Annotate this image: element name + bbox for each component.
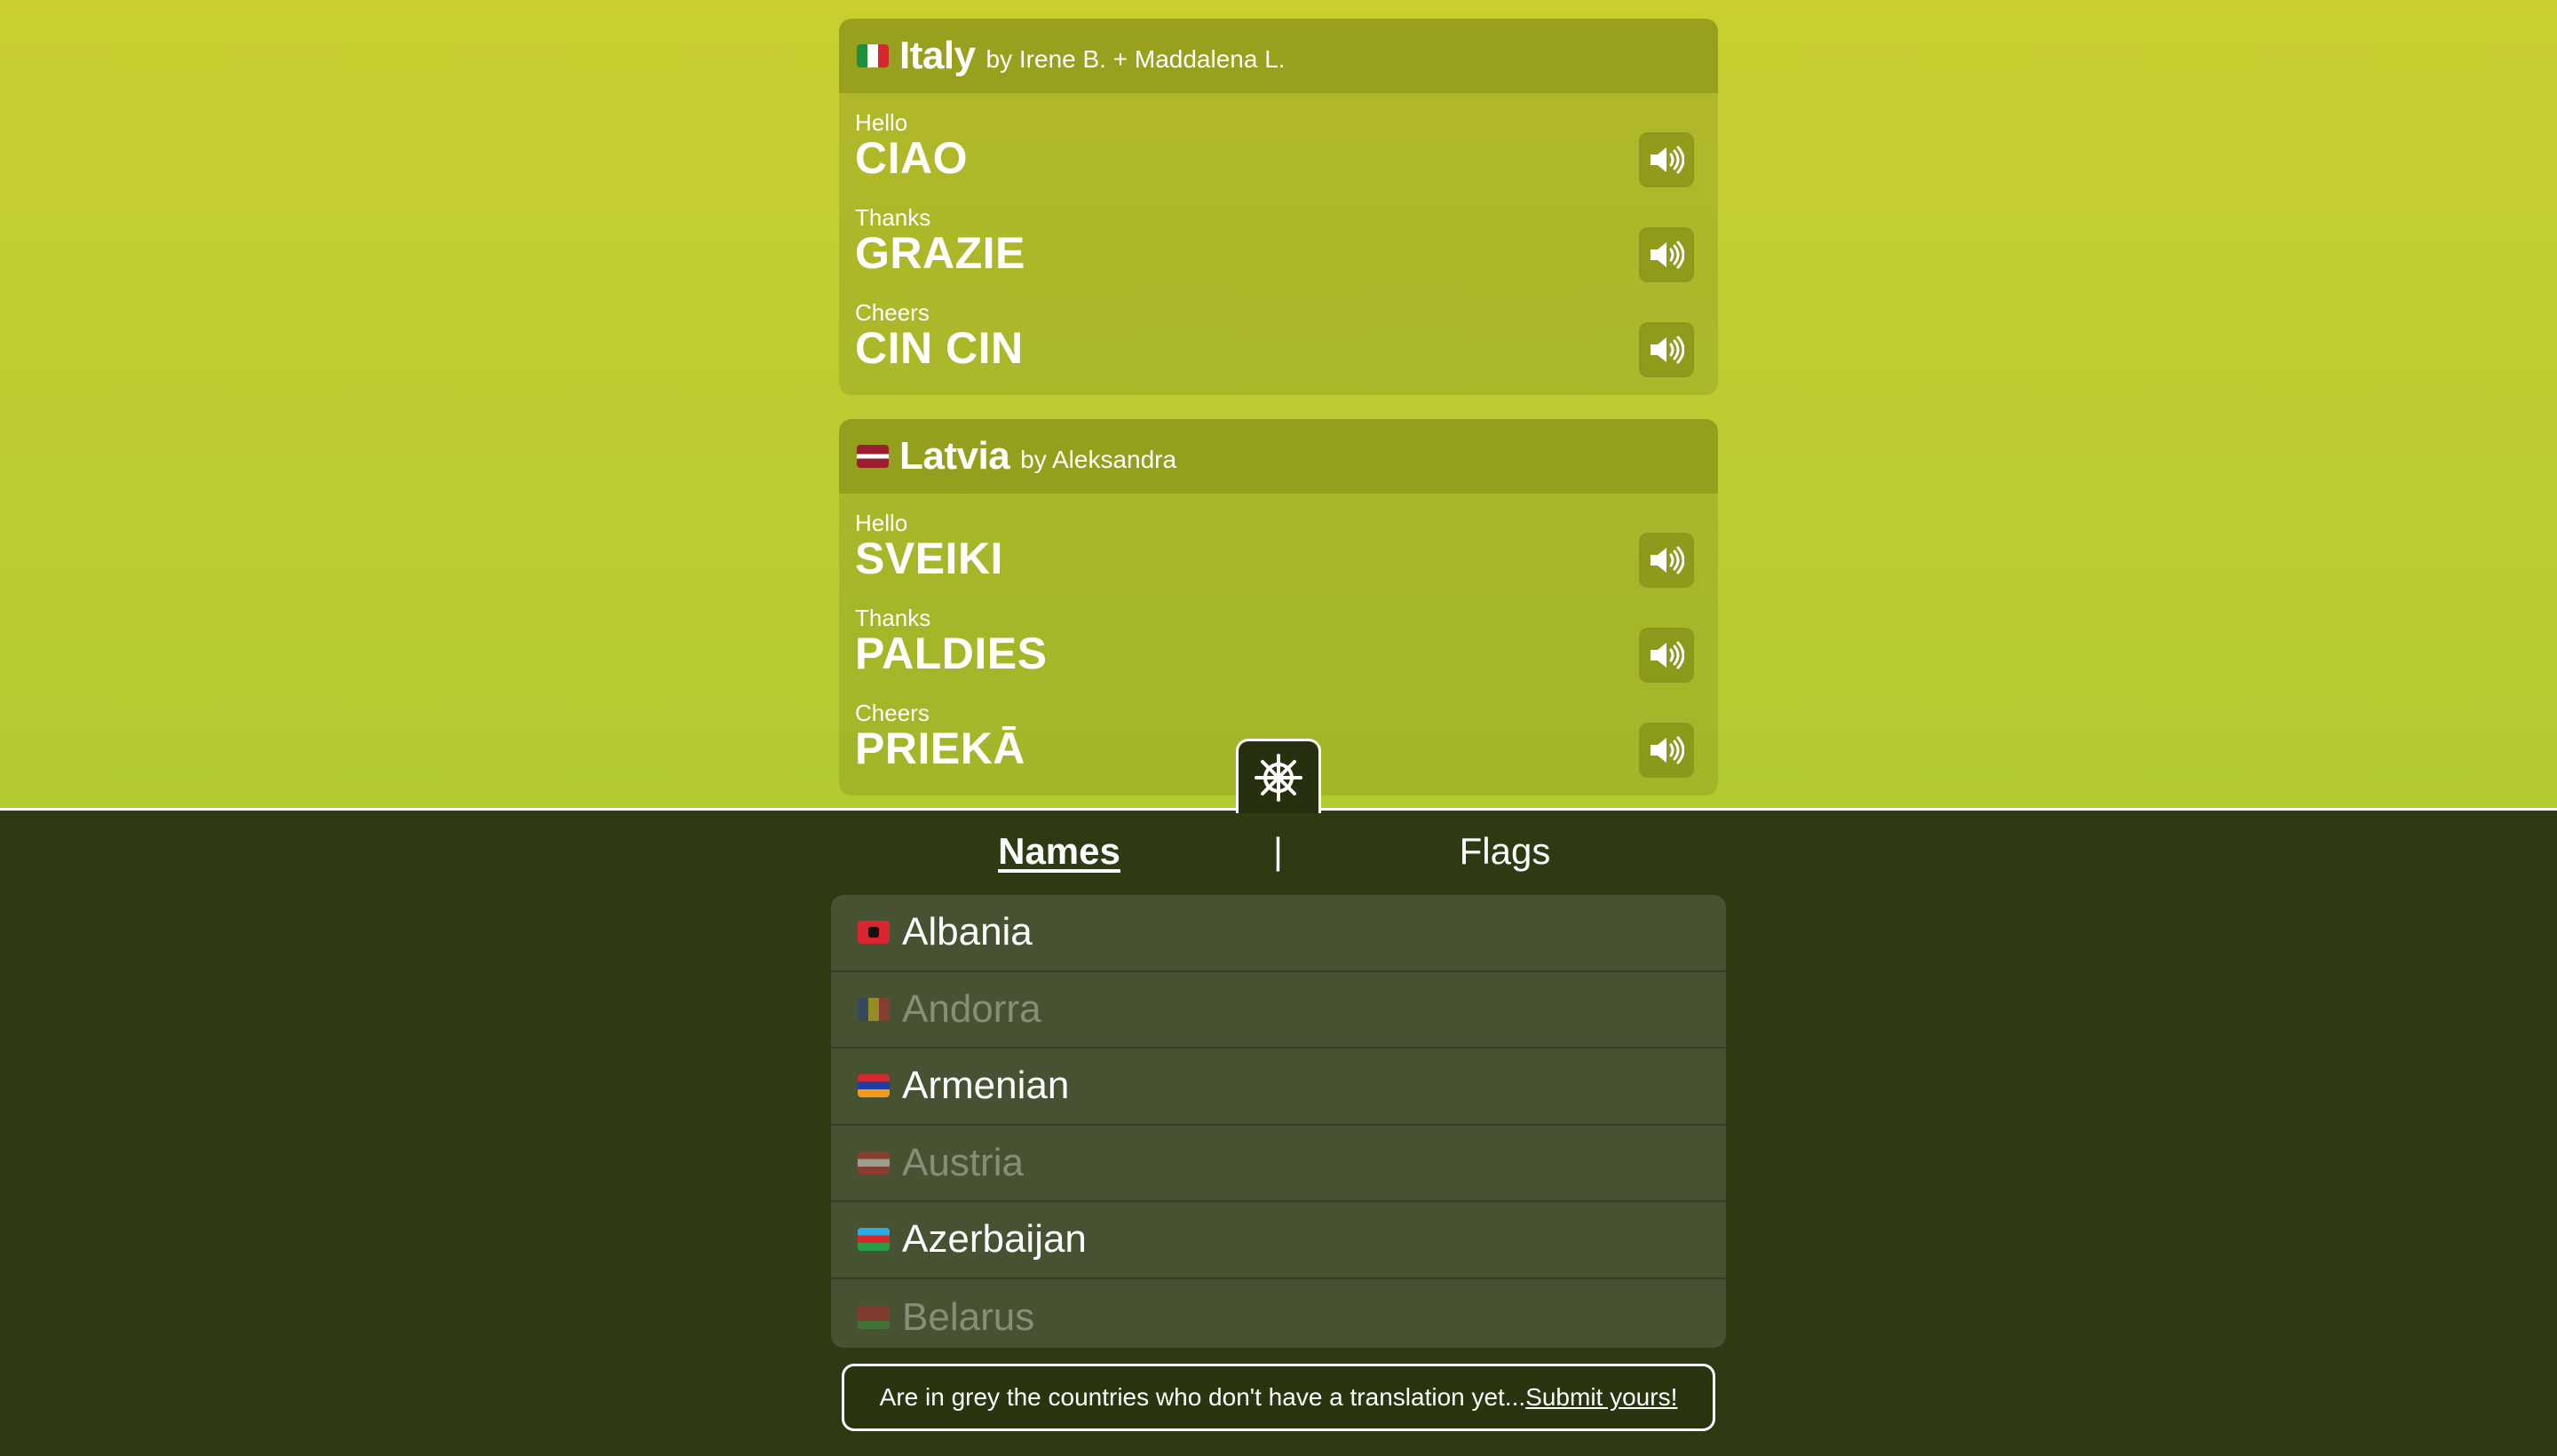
country-list[interactable]: Albania Andorra Armenian Austria Azerbai… bbox=[831, 895, 1726, 1348]
country-label: Albania bbox=[902, 910, 1033, 954]
phrase-word: PALDIES bbox=[855, 629, 1048, 678]
latvia-flag-icon bbox=[857, 445, 889, 468]
submit-translation-link[interactable]: Submit yours! bbox=[1525, 1383, 1677, 1412]
tab-flags[interactable]: Flags bbox=[1452, 830, 1558, 873]
phrase-row-hello: Hello CIAO bbox=[839, 93, 1718, 188]
phrase-word: GRAZIE bbox=[855, 228, 1025, 278]
italy-flag-icon bbox=[857, 44, 889, 67]
albania-flag-icon bbox=[858, 921, 890, 945]
country-name: Italy bbox=[899, 34, 976, 77]
view-tabs: Names | Flags bbox=[839, 830, 1718, 885]
card-header: Latvia by Aleksandra bbox=[839, 419, 1718, 494]
austria-flag-icon bbox=[858, 1151, 890, 1175]
list-item-albania[interactable]: Albania bbox=[831, 895, 1726, 972]
list-item-belarus[interactable]: Belarus bbox=[831, 1279, 1726, 1349]
speaker-icon bbox=[1651, 336, 1684, 364]
speaker-icon bbox=[1651, 641, 1684, 669]
play-sound-button[interactable] bbox=[1639, 628, 1694, 683]
ship-wheel-icon bbox=[1255, 753, 1302, 802]
play-sound-button[interactable] bbox=[1639, 132, 1694, 187]
phrase-word: CIAO bbox=[855, 133, 968, 183]
country-label: Austria bbox=[902, 1140, 1024, 1184]
speaker-icon bbox=[1651, 546, 1684, 574]
phrase-row-thanks: Thanks GRAZIE bbox=[839, 188, 1718, 283]
country-label: Azerbaijan bbox=[902, 1217, 1087, 1262]
speaker-icon bbox=[1651, 241, 1684, 269]
play-sound-button[interactable] bbox=[1639, 227, 1694, 282]
list-item-armenian[interactable]: Armenian bbox=[831, 1048, 1726, 1126]
missing-translation-notice: Are in grey the countries who don't have… bbox=[842, 1364, 1715, 1431]
list-item-austria[interactable]: Austria bbox=[831, 1126, 1726, 1202]
phrase-word: PRIEKĀ bbox=[855, 724, 1025, 773]
phrase-row-hello: Hello SVEIKI bbox=[839, 494, 1718, 589]
card-header: Italy by Irene B. + Maddalena L. bbox=[839, 19, 1718, 93]
country-label: Andorra bbox=[902, 986, 1041, 1031]
tab-separator: | bbox=[1273, 830, 1283, 872]
andorra-flag-icon bbox=[858, 997, 890, 1021]
armenia-flag-icon bbox=[858, 1074, 890, 1098]
play-sound-button[interactable] bbox=[1639, 723, 1694, 778]
country-name: Latvia bbox=[899, 434, 1010, 478]
play-sound-button[interactable] bbox=[1639, 322, 1694, 377]
belarus-flag-icon bbox=[858, 1305, 890, 1329]
phrase-word: CIN CIN bbox=[855, 323, 1024, 373]
country-label: Armenian bbox=[902, 1064, 1070, 1108]
phrase-row-cheers: Cheers CIN CIN bbox=[839, 283, 1718, 378]
azerbaijan-flag-icon bbox=[858, 1228, 890, 1252]
card-authors: by Aleksandra bbox=[1020, 446, 1177, 473]
country-card-italy: Italy by Irene B. + Maddalena L. Hello C… bbox=[839, 19, 1718, 395]
list-item-azerbaijan[interactable]: Azerbaijan bbox=[831, 1202, 1726, 1279]
card-authors: by Irene B. + Maddalena L. bbox=[986, 45, 1286, 73]
list-item-andorra[interactable]: Andorra bbox=[831, 972, 1726, 1048]
phrase-row-thanks: Thanks PALDIES bbox=[839, 589, 1718, 684]
country-label: Belarus bbox=[902, 1294, 1035, 1339]
phrase-word: SVEIKI bbox=[855, 534, 1003, 583]
drawer-toggle-button[interactable] bbox=[1236, 739, 1321, 813]
play-sound-button[interactable] bbox=[1639, 533, 1694, 588]
speaker-icon bbox=[1651, 146, 1684, 174]
tab-names[interactable]: Names bbox=[997, 830, 1121, 873]
notice-text: Are in grey the countries who don't have… bbox=[879, 1383, 1526, 1411]
speaker-icon bbox=[1651, 736, 1684, 764]
